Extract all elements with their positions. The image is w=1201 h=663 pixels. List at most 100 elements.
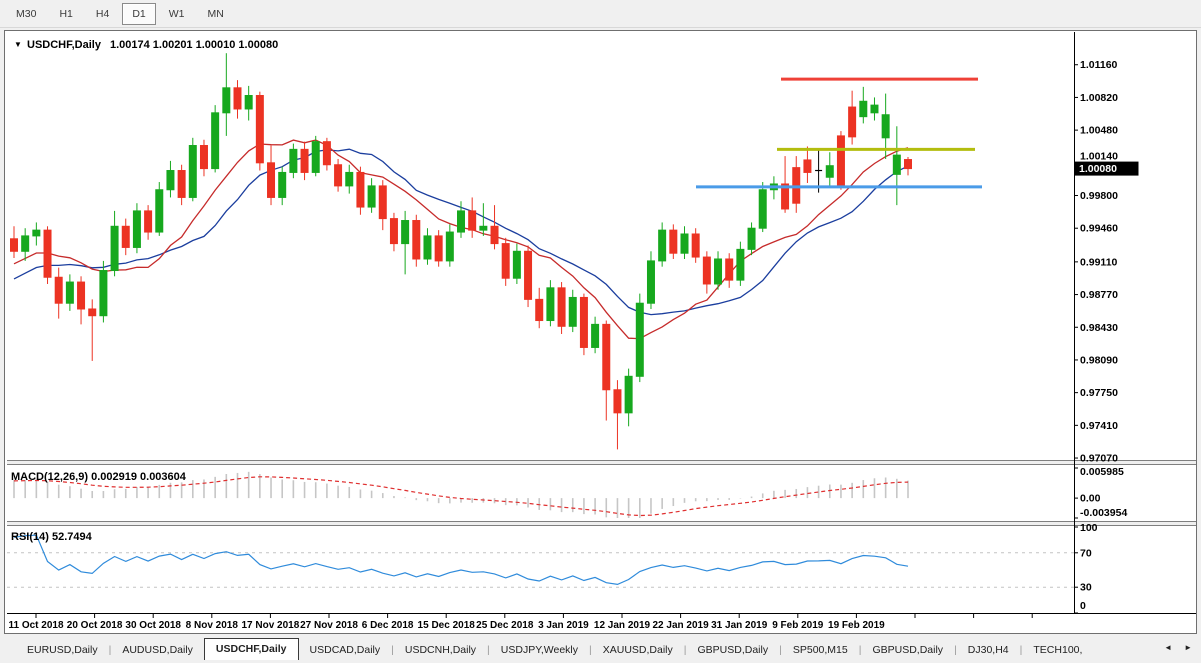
candle-body bbox=[413, 221, 420, 259]
candle-body bbox=[715, 259, 722, 284]
candle-body bbox=[625, 376, 632, 413]
price-axis-label: 0.97410 bbox=[1080, 420, 1118, 432]
candle-body bbox=[268, 163, 275, 198]
date-label: 8 Nov 2018 bbox=[186, 620, 239, 631]
candle-body bbox=[133, 211, 140, 248]
current-price-label: 1.00080 bbox=[1079, 163, 1117, 175]
chart-tab-usdchf-daily[interactable]: USDCHF,Daily bbox=[204, 638, 299, 660]
candle-body bbox=[692, 234, 699, 257]
tab-scroll-right-icon[interactable]: ► bbox=[1178, 639, 1198, 656]
candle-body bbox=[312, 142, 319, 173]
candle-body bbox=[145, 211, 152, 232]
timeframe-button-m30[interactable]: M30 bbox=[6, 3, 46, 25]
price-axis-label: 0.98430 bbox=[1080, 322, 1118, 334]
date-label: 9 Feb 2019 bbox=[772, 620, 824, 631]
candle-body bbox=[78, 282, 85, 309]
candle-body bbox=[849, 107, 856, 137]
candle-body bbox=[703, 257, 710, 284]
price-axis-label: 1.00480 bbox=[1080, 125, 1118, 137]
timeframe-button-h1[interactable]: H1 bbox=[49, 3, 82, 25]
candle-body bbox=[256, 96, 263, 163]
candle-body bbox=[536, 299, 543, 320]
candle-body bbox=[390, 219, 397, 244]
candle-body bbox=[480, 226, 487, 230]
rsi-axis-label: 70 bbox=[1080, 547, 1092, 559]
macd-axis-label: 0.00 bbox=[1080, 493, 1101, 505]
date-label: 12 Jan 2019 bbox=[594, 620, 651, 631]
rsi-axis-label: 100 bbox=[1080, 522, 1098, 534]
chart-tab-usdcnh-daily[interactable]: USDCNH,Daily bbox=[394, 640, 487, 660]
chart-tab-usdjpy-weekly[interactable]: USDJPY,Weekly bbox=[490, 640, 589, 660]
macd-axis-label: 0.005985 bbox=[1080, 466, 1124, 478]
date-label: 19 Feb 2019 bbox=[828, 620, 885, 631]
chart-tab-dj30-h4[interactable]: DJ30,H4 bbox=[957, 640, 1020, 660]
candle-body bbox=[44, 230, 51, 277]
candle-body bbox=[200, 146, 207, 169]
candle-body bbox=[592, 324, 599, 347]
candle-body bbox=[737, 249, 744, 280]
candle-body bbox=[759, 190, 766, 228]
candle-body bbox=[111, 226, 118, 270]
chart-canvas[interactable]: 1.011601.008201.004801.001400.998000.994… bbox=[7, 32, 1196, 633]
candle-body bbox=[547, 288, 554, 321]
date-label: 27 Nov 2018 bbox=[300, 620, 358, 631]
macd-axis-label: -0.003954 bbox=[1080, 507, 1127, 519]
candle-body bbox=[435, 236, 442, 261]
candle-body bbox=[335, 165, 342, 186]
candle-body bbox=[189, 146, 196, 198]
candle-body bbox=[156, 190, 163, 232]
trading-terminal: { "toolbar": { "timeframes": [ {"label":… bbox=[0, 0, 1201, 663]
rsi-header: RSI(14) 52.7494 bbox=[11, 531, 93, 543]
candle-body bbox=[647, 261, 654, 303]
price-axis-label: 0.98770 bbox=[1080, 289, 1118, 301]
symbol-title: USDCHF,Daily bbox=[27, 39, 102, 51]
candle-body bbox=[491, 226, 498, 243]
date-label: 15 Dec 2018 bbox=[418, 620, 476, 631]
price-axis-label: 0.99110 bbox=[1080, 256, 1118, 268]
candle-body bbox=[446, 232, 453, 261]
chart-tab-audusd-daily[interactable]: AUDUSD,Daily bbox=[111, 640, 204, 660]
candle-body bbox=[837, 136, 844, 187]
candle-body bbox=[402, 221, 409, 244]
chart-background bbox=[7, 32, 1196, 633]
candle-body bbox=[357, 172, 364, 207]
tab-scroll-left-icon[interactable]: ◄ bbox=[1158, 639, 1178, 656]
candle-body bbox=[860, 101, 867, 116]
candle-body bbox=[11, 239, 18, 252]
candle-body bbox=[458, 211, 465, 232]
symbol-dropdown-icon[interactable]: ▼ bbox=[14, 40, 22, 49]
candle-body bbox=[670, 230, 677, 253]
timeframe-button-d1[interactable]: D1 bbox=[122, 3, 155, 25]
candle-body bbox=[33, 230, 40, 236]
candle-body bbox=[882, 115, 889, 138]
date-label: 30 Oct 2018 bbox=[125, 620, 181, 631]
price-axis-label: 1.00820 bbox=[1080, 92, 1118, 104]
chart-tab-gbpusd-daily[interactable]: GBPUSD,Daily bbox=[687, 640, 780, 660]
price-axis-label: 0.99460 bbox=[1080, 223, 1118, 235]
timeframe-button-h4[interactable]: H4 bbox=[86, 3, 119, 25]
candle-body bbox=[603, 324, 610, 389]
candle-body bbox=[681, 234, 688, 253]
price-axis-label: 1.01160 bbox=[1080, 59, 1118, 71]
candle-body bbox=[301, 149, 308, 172]
timeframe-button-w1[interactable]: W1 bbox=[159, 3, 195, 25]
date-label: 3 Jan 2019 bbox=[538, 620, 589, 631]
timeframe-button-mn[interactable]: MN bbox=[198, 3, 234, 25]
chart-tab-eurusd-daily[interactable]: EURUSD,Daily bbox=[16, 640, 109, 660]
candle-body bbox=[871, 105, 878, 113]
candle-body bbox=[636, 303, 643, 376]
chart-tab-tech100[interactable]: TECH100, bbox=[1022, 640, 1093, 660]
candle-body bbox=[167, 171, 174, 190]
chart-tab-usdcad-daily[interactable]: USDCAD,Daily bbox=[299, 640, 392, 660]
chart-tab-sp500-m15[interactable]: SP500,M15 bbox=[782, 640, 859, 660]
date-label: 6 Dec 2018 bbox=[362, 620, 414, 631]
chart-tab-gbpusd-daily[interactable]: GBPUSD,Daily bbox=[861, 640, 954, 660]
candle-body bbox=[323, 142, 330, 165]
rsi-axis-label: 0 bbox=[1080, 600, 1086, 612]
candle-body bbox=[558, 288, 565, 326]
candle-body bbox=[379, 186, 386, 219]
chart-tab-xauusd-daily[interactable]: XAUUSD,Daily bbox=[592, 640, 684, 660]
candle-body bbox=[513, 251, 520, 278]
candle-body bbox=[614, 390, 621, 413]
candle-body bbox=[659, 230, 666, 261]
